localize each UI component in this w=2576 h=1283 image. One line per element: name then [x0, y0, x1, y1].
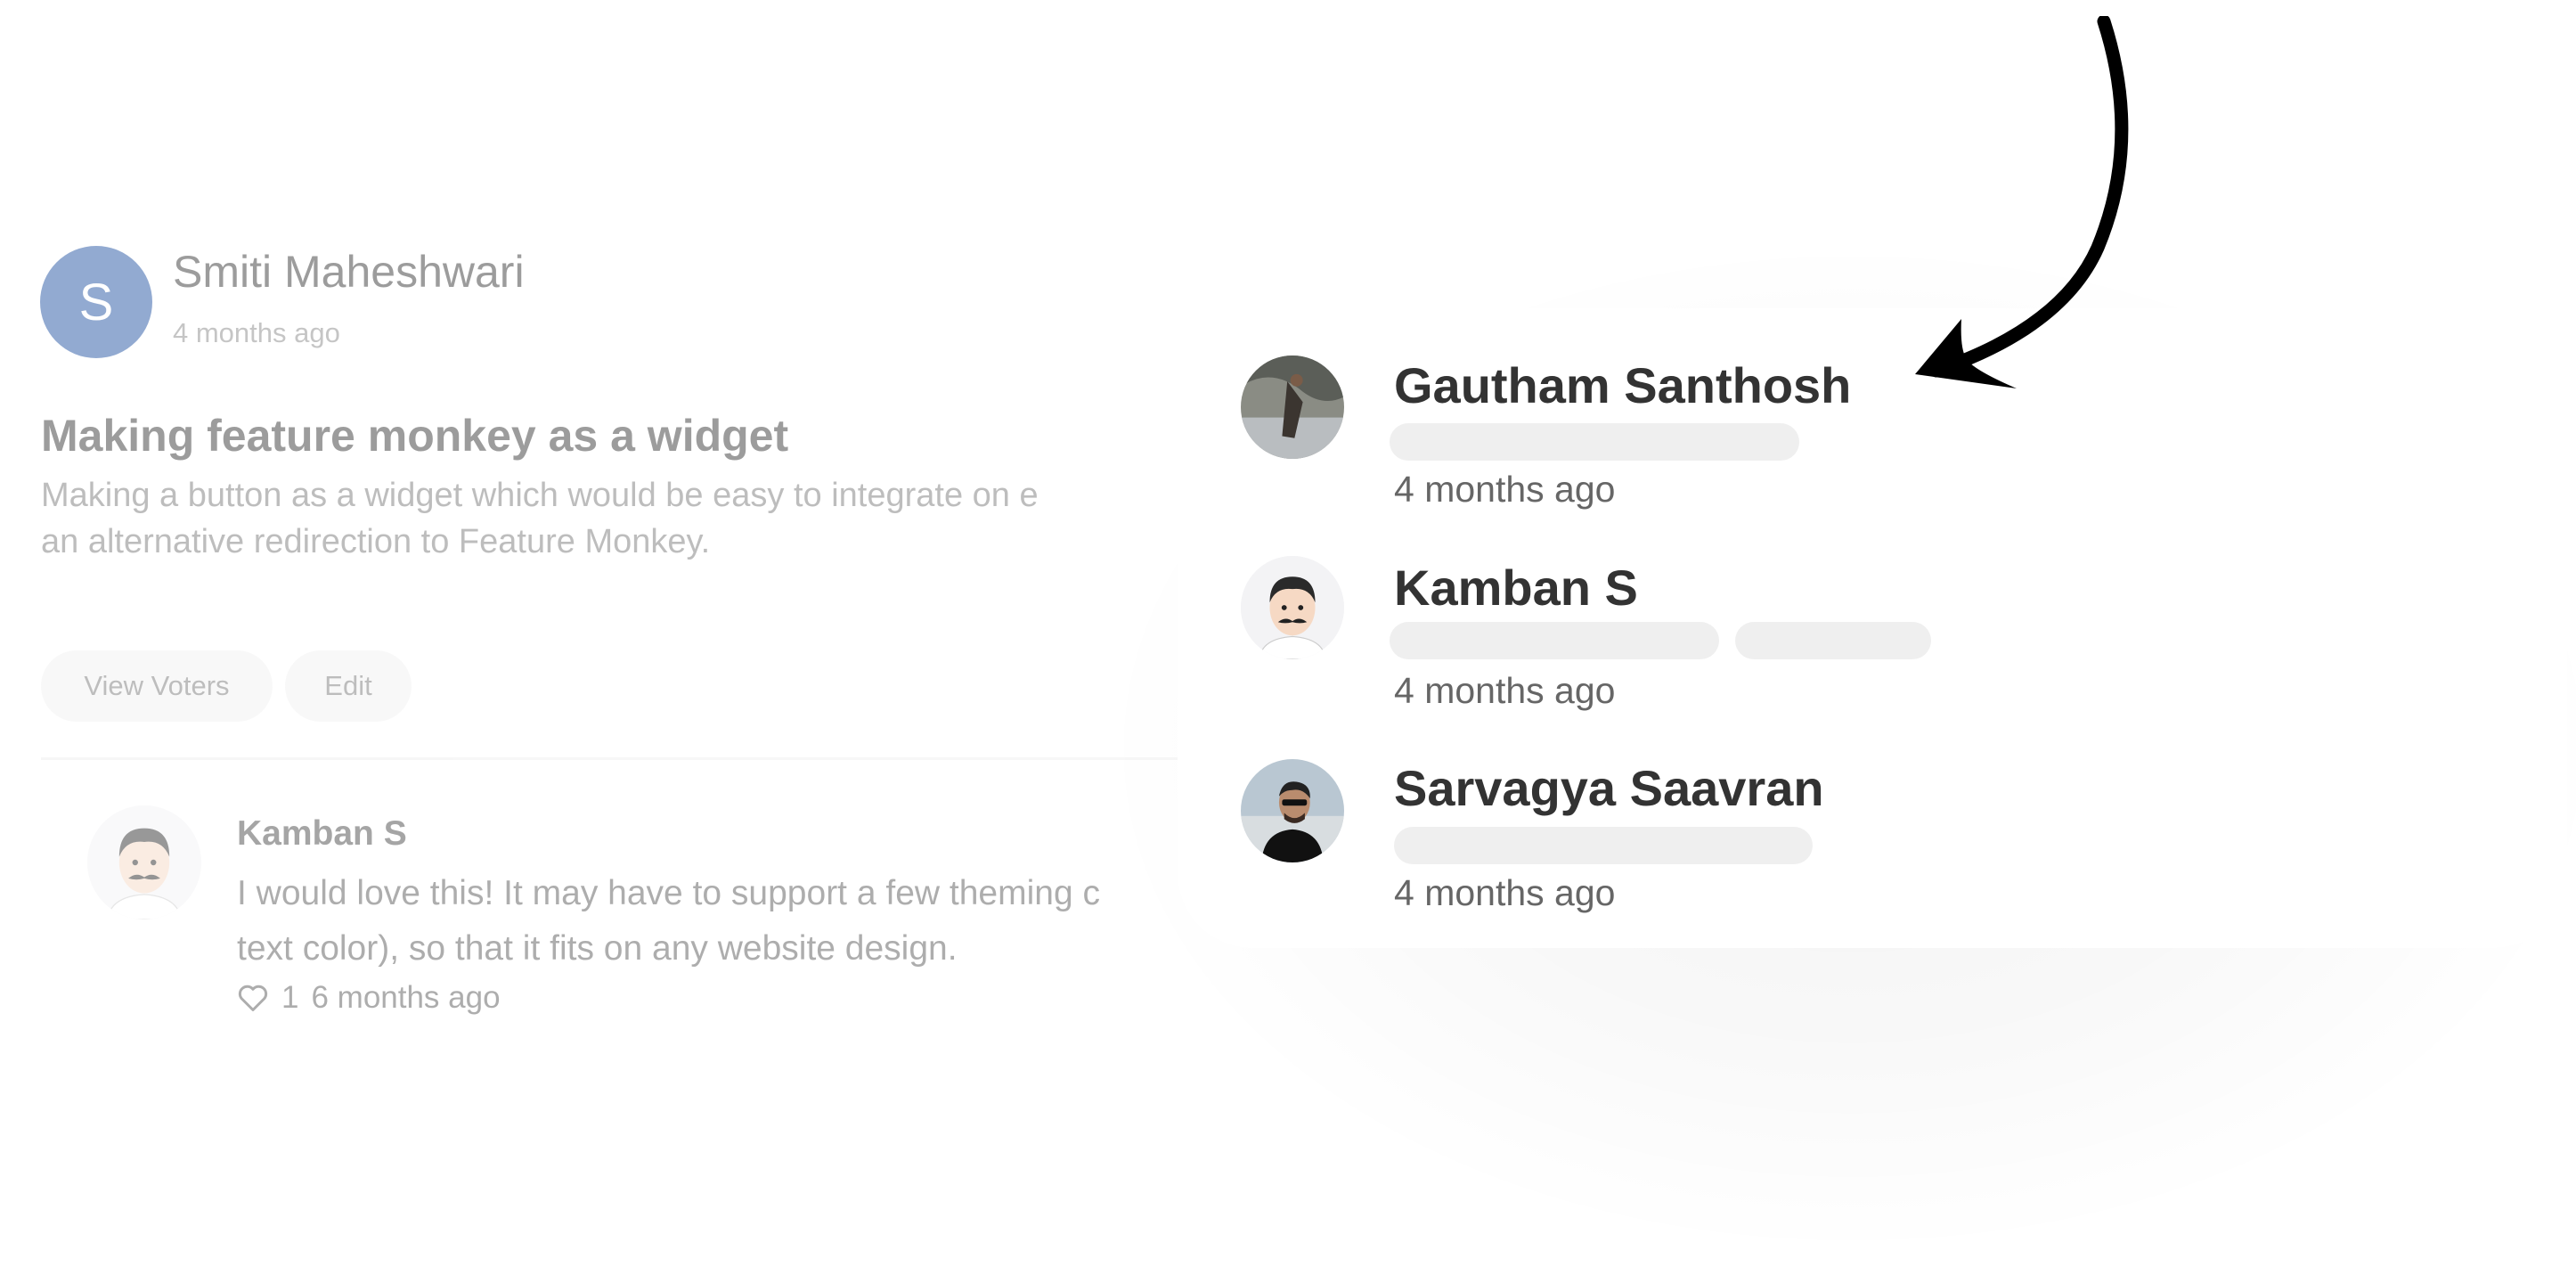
comment-text-line: I would love this! It may have to suppor…: [237, 874, 1100, 912]
avatar-mustache-illustration: [1241, 556, 1344, 659]
voter-avatar: [1241, 556, 1344, 659]
like-count: 1: [281, 980, 299, 1015]
photo-icon: [1241, 759, 1344, 862]
author-avatar: S: [40, 246, 152, 358]
skeleton-placeholder: [1390, 622, 1719, 659]
voter-timestamp: 4 months ago: [1394, 670, 1616, 711]
post-timestamp: 4 months ago: [173, 317, 340, 348]
voter-timestamp: 4 months ago: [1394, 469, 1616, 510]
post-body-line: an alternative redirection to Feature Mo…: [41, 523, 711, 560]
comment-author: Kamban S: [237, 814, 407, 853]
photo-icon: [1241, 355, 1344, 459]
post-title: Making feature monkey as a widget: [41, 411, 789, 461]
skeleton-placeholder: [1390, 423, 1799, 461]
post-author: Smiti Maheshwari: [173, 247, 525, 297]
heart-icon[interactable]: [237, 983, 269, 1013]
voter-name: Gautham Santhosh: [1394, 357, 1852, 413]
voter-avatar: [1241, 355, 1344, 459]
view-voters-button[interactable]: View Voters: [41, 650, 273, 722]
post-body: Making a button as a widget which would …: [41, 472, 1190, 565]
post-body-line: Making a button as a widget which would …: [41, 477, 1039, 514]
author-avatar-initial: S: [78, 273, 114, 331]
comment-timestamp: 6 months ago: [311, 980, 501, 1015]
voter-name: Kamban S: [1394, 560, 1638, 616]
comment-text: I would love this! It may have to suppor…: [237, 866, 1235, 977]
comment-text-line: text color), so that it fits on any webs…: [237, 929, 958, 968]
voter-timestamp: 4 months ago: [1394, 872, 1616, 913]
avatar-mustache-illustration: [87, 805, 201, 919]
voter-avatar: [1241, 759, 1344, 862]
comment-meta: 1 6 months ago: [237, 980, 501, 1016]
curved-arrow-icon: [1915, 16, 2129, 388]
skeleton-placeholder: [1394, 827, 1813, 864]
skeleton-placeholder: [1735, 622, 1931, 659]
comment-avatar: [87, 805, 201, 919]
edit-button[interactable]: Edit: [285, 650, 412, 722]
voter-name: Sarvagya Saavran: [1394, 760, 1824, 816]
